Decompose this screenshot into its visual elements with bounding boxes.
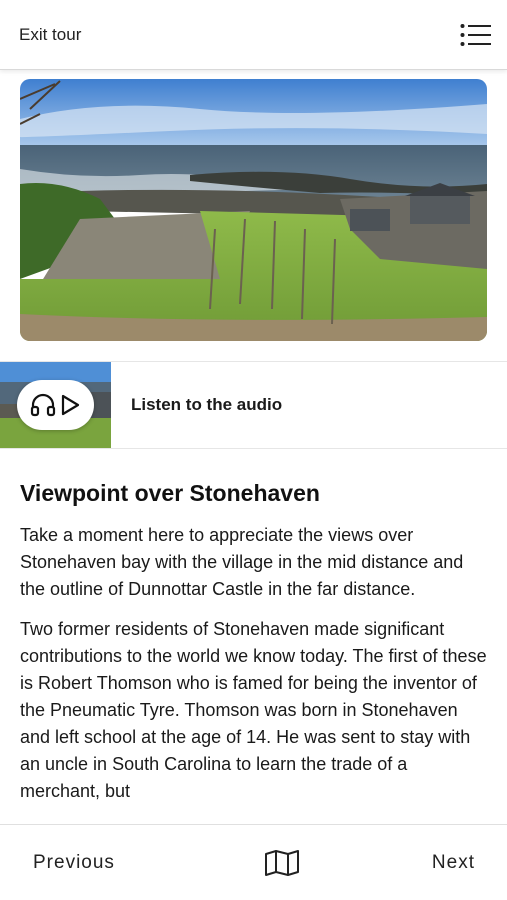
bottom-nav: Previous Next bbox=[0, 824, 507, 900]
audio-player-row[interactable]: Listen to the audio bbox=[0, 361, 507, 449]
audio-thumbnail bbox=[0, 362, 111, 448]
previous-button[interactable]: Previous bbox=[33, 852, 115, 874]
play-icon bbox=[61, 394, 80, 416]
listen-audio-label[interactable]: Listen to the audio bbox=[131, 395, 282, 415]
map-icon bbox=[265, 849, 300, 876]
menu-icon bbox=[460, 23, 491, 46]
top-bar: Exit tour bbox=[0, 0, 507, 70]
article-content: Viewpoint over Stonehaven Take a moment … bbox=[20, 478, 490, 824]
exit-tour-link[interactable]: Exit tour bbox=[19, 25, 81, 45]
headphones-icon bbox=[30, 393, 56, 417]
menu-button[interactable] bbox=[459, 20, 493, 50]
page-title: Viewpoint over Stonehaven bbox=[20, 480, 320, 506]
hero-photo bbox=[20, 79, 487, 341]
article-paragraph: Two former residents of Stonehaven made … bbox=[20, 619, 487, 801]
article-paragraph: Take a moment here to appreciate the vie… bbox=[20, 525, 464, 599]
play-audio-button[interactable] bbox=[17, 380, 94, 430]
next-button[interactable]: Next bbox=[432, 852, 475, 874]
map-button[interactable] bbox=[263, 848, 301, 878]
